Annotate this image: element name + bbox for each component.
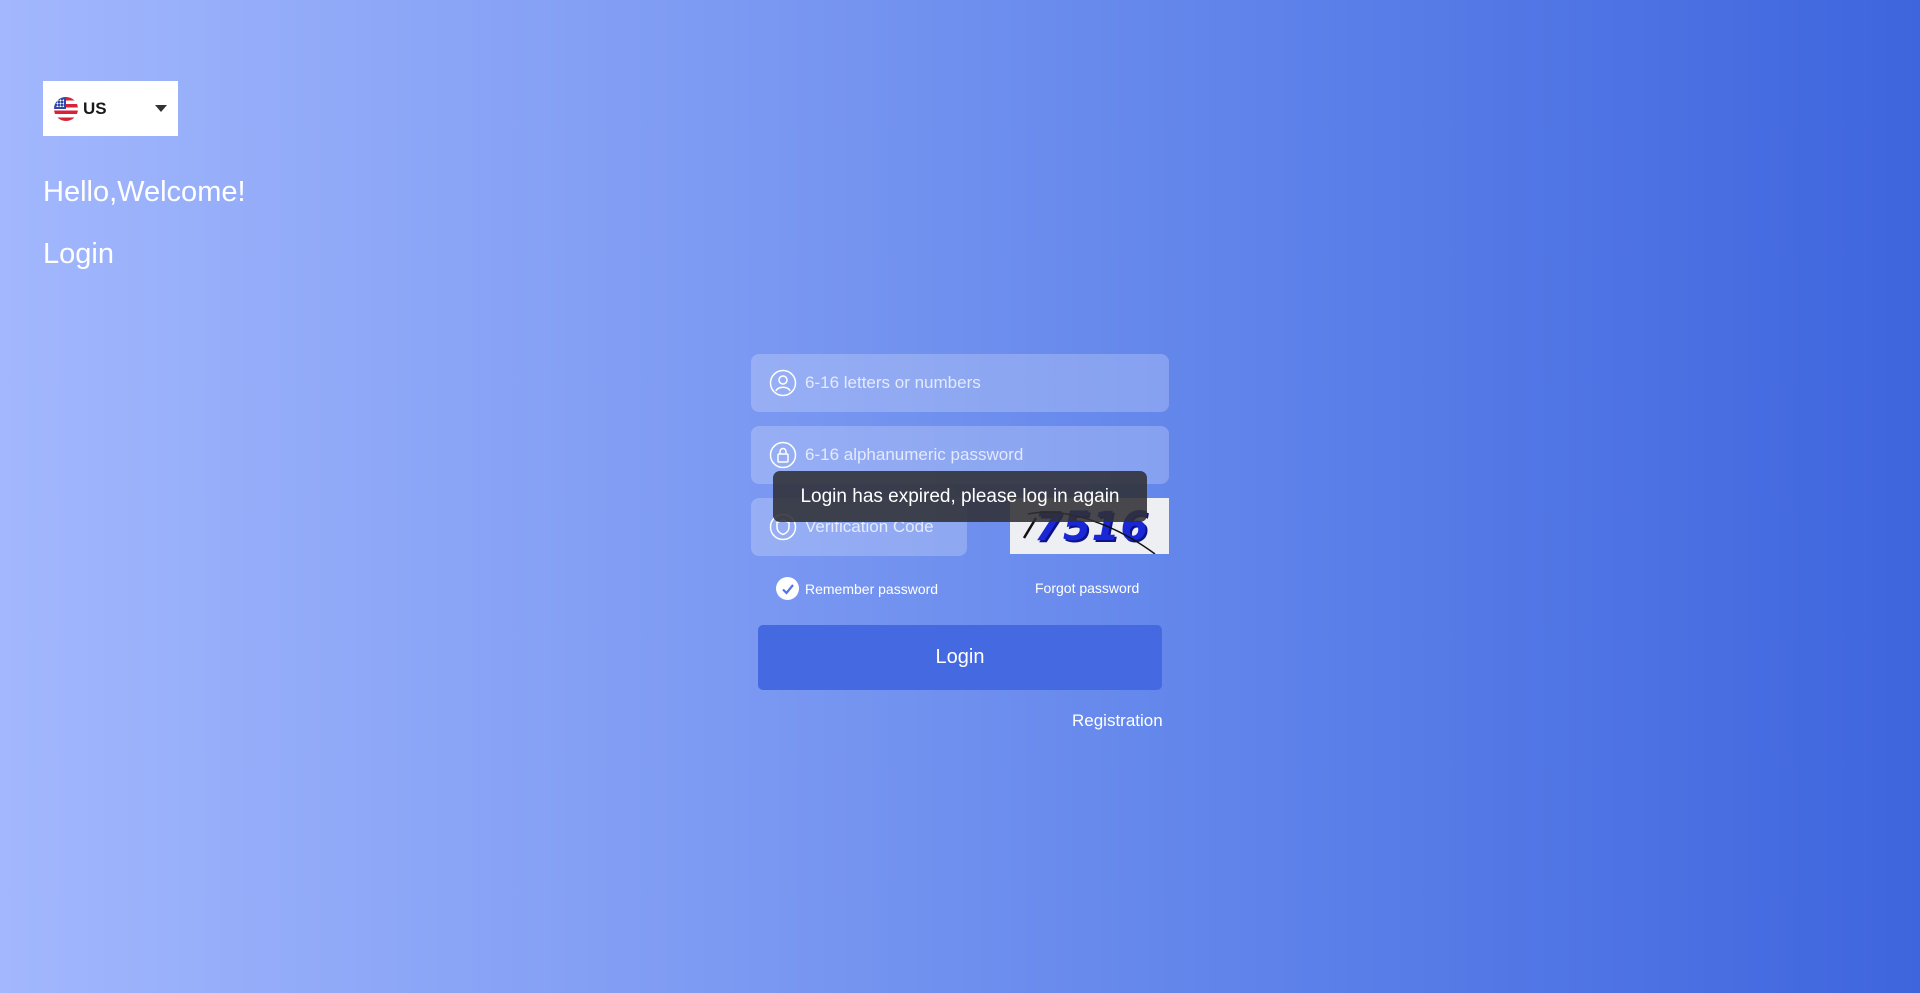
page-title: Login [43, 238, 114, 270]
chevron-down-icon [155, 105, 167, 112]
language-select[interactable]: US [43, 81, 178, 136]
lock-icon [769, 441, 797, 469]
remember-password-label: Remember password [805, 580, 939, 597]
session-expired-toast: Login has expired, please log in again [773, 471, 1147, 522]
registration-link[interactable]: Registration [1072, 711, 1163, 731]
username-field[interactable] [751, 354, 1169, 412]
login-button[interactable]: Login [758, 625, 1162, 690]
checkmark-icon [776, 577, 799, 600]
forgot-password-link[interactable]: Forgot password [1035, 580, 1139, 596]
language-code: US [83, 98, 107, 118]
user-icon [769, 369, 797, 397]
username-input[interactable] [805, 373, 1169, 393]
welcome-heading: Hello,Welcome! [43, 176, 246, 208]
password-input[interactable] [805, 445, 1169, 465]
us-flag-icon [54, 96, 78, 121]
remember-password-checkbox[interactable]: Remember password [776, 577, 938, 600]
